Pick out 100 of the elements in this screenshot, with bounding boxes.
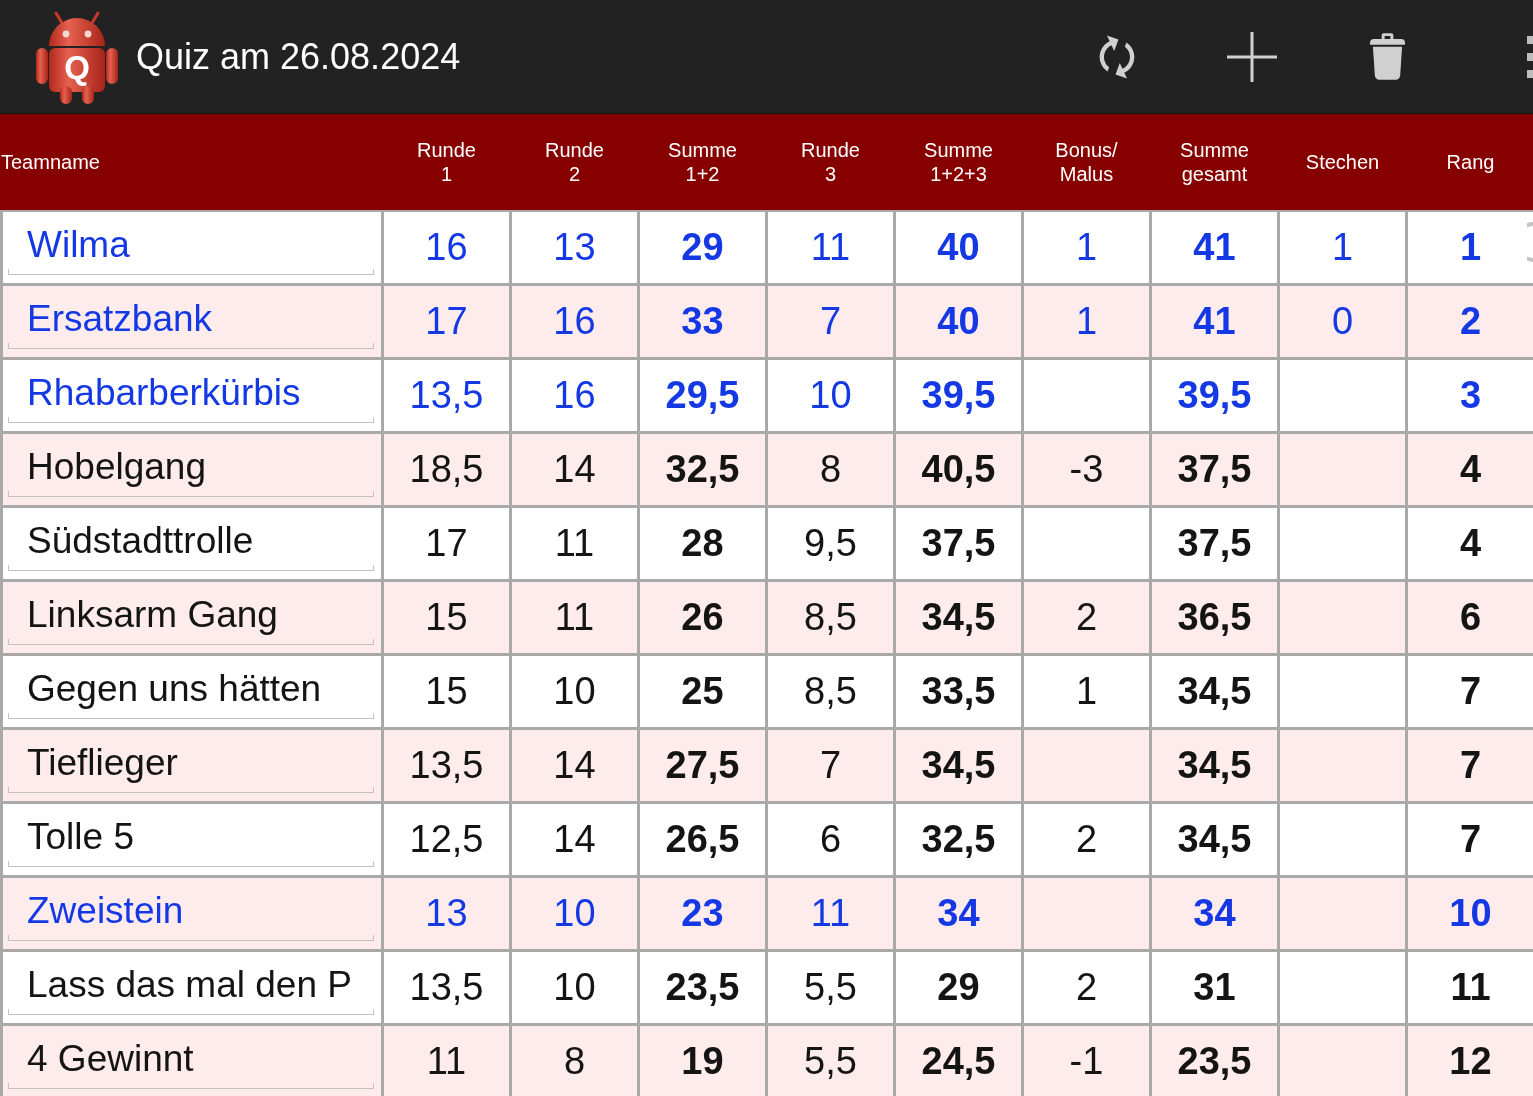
table-cell: 16 [512,286,637,357]
trash-icon[interactable] [1370,33,1405,80]
table-cell: 0 [1280,286,1405,357]
table-cell: 7 [768,730,893,801]
table-cell: 5,5 [768,1026,893,1096]
table-cell: -3 [1024,434,1149,505]
table-cell: 28 [640,508,765,579]
table-cell: 14 [512,730,637,801]
team-name-field[interactable]: Südstadttrolle [8,514,374,571]
column-header: Bonus/ Malus [1055,138,1118,186]
table-cell: 40,5 [896,434,1021,505]
scroll-handle-icon[interactable] [1527,222,1533,262]
table-cell: 14 [512,434,637,505]
table-cell: 18,5 [384,434,509,505]
table-cell: 26,5 [640,804,765,875]
table-cell: 13,5 [384,360,509,431]
table-cell: 10 [512,878,637,949]
table-cell: 12,5 [384,804,509,875]
table-cell: 1 [1024,212,1149,283]
table-cell: 10 [768,360,893,431]
add-icon[interactable] [1227,31,1277,82]
column-header: Summe gesamt [1180,138,1249,186]
table-cell: 23,5 [640,952,765,1023]
table-cell: 34,5 [1152,730,1277,801]
table-cell: 1 [1024,286,1149,357]
table-cell: 2 [1024,804,1149,875]
table-cell: 37,5 [1152,434,1277,505]
table-cell: 11 [1408,952,1533,1023]
table-cell: 14 [512,804,637,875]
table-cell: 10 [512,952,637,1023]
table-cell: 11 [512,582,637,653]
table-cell: 32,5 [640,434,765,505]
table-cell: 17 [384,508,509,579]
table-cell: 17 [384,286,509,357]
table-cell: 10 [512,656,637,727]
table-cell: 13 [384,878,509,949]
table-cell: 7 [1408,656,1533,727]
table-cell: 15 [384,582,509,653]
window-title: Quiz am 26.08.2024 [136,35,461,78]
column-header: Summe 1+2+3 [924,138,993,186]
table-cell: 33,5 [896,656,1021,727]
table-cell: -1 [1024,1026,1149,1096]
table-cell: 24,5 [896,1026,1021,1096]
table-cell: 8,5 [768,582,893,653]
table-cell: 11 [384,1026,509,1096]
table-cell: 2 [1024,582,1149,653]
team-name-field[interactable]: Zweistein [8,884,374,941]
table-cell: 11 [512,508,637,579]
table-cell: 34,5 [1152,656,1277,727]
team-name-field[interactable]: Gegen uns hätten [8,662,374,719]
table-cell: 8,5 [768,656,893,727]
table-cell: 4 [1408,434,1533,505]
team-name-field[interactable]: Lass das mal den P [8,958,374,1015]
table-cell: 34 [896,878,1021,949]
team-name-field[interactable]: Wilma [8,218,374,275]
table-cell: 29,5 [640,360,765,431]
column-header: Summe 1+2 [668,138,737,186]
table-cell: 16 [384,212,509,283]
team-name-field[interactable]: Ersatzbank [8,292,374,349]
table-cell: 25 [640,656,765,727]
team-name-field[interactable]: 4 Gewinnt [8,1032,374,1089]
table-cell: 1 [1024,656,1149,727]
robot-logo-icon [36,9,118,104]
table-cell: 3 [1408,360,1533,431]
table-cell: 2 [1408,286,1533,357]
table-cell: 7 [768,286,893,357]
table-cell: 10 [1408,878,1533,949]
table-cell: 13,5 [384,952,509,1023]
table-cell: 40 [896,286,1021,357]
team-name-field[interactable]: Linksarm Gang [8,588,374,645]
table-cell: 33 [640,286,765,357]
table-cell: 9,5 [768,508,893,579]
table-cell: 34,5 [896,582,1021,653]
table-cell: 37,5 [896,508,1021,579]
table-cell: 12 [1408,1026,1533,1096]
column-header: Runde 2 [545,138,604,186]
table-cell: 39,5 [1152,360,1277,431]
table-cell: 31 [1152,952,1277,1023]
team-name-field[interactable]: Rhabarberkürbis [8,366,374,423]
overflow-menu-icon[interactable] [1527,35,1533,78]
team-name-field[interactable]: Tieflieger [8,736,374,793]
team-name-field[interactable]: Tolle 5 [8,810,374,867]
table-cell: 15 [384,656,509,727]
team-name-field[interactable]: Hobelgang [8,440,374,497]
table-cell: 8 [512,1026,637,1096]
table-cell: 19 [640,1026,765,1096]
table-cell: 41 [1152,212,1277,283]
table-cell: 5,5 [768,952,893,1023]
table-cell: 16 [512,360,637,431]
table-cell: 6 [768,804,893,875]
table-cell: 29 [896,952,1021,1023]
table-cell: 11 [768,212,893,283]
column-header: Rang [1446,150,1495,174]
table-cell: 23 [640,878,765,949]
table-cell: 26 [640,582,765,653]
table-cell: 11 [768,878,893,949]
column-header: Runde 1 [417,138,476,186]
table-cell: 29 [640,212,765,283]
table-cell: 32,5 [896,804,1021,875]
table-cell: 34,5 [896,730,1021,801]
